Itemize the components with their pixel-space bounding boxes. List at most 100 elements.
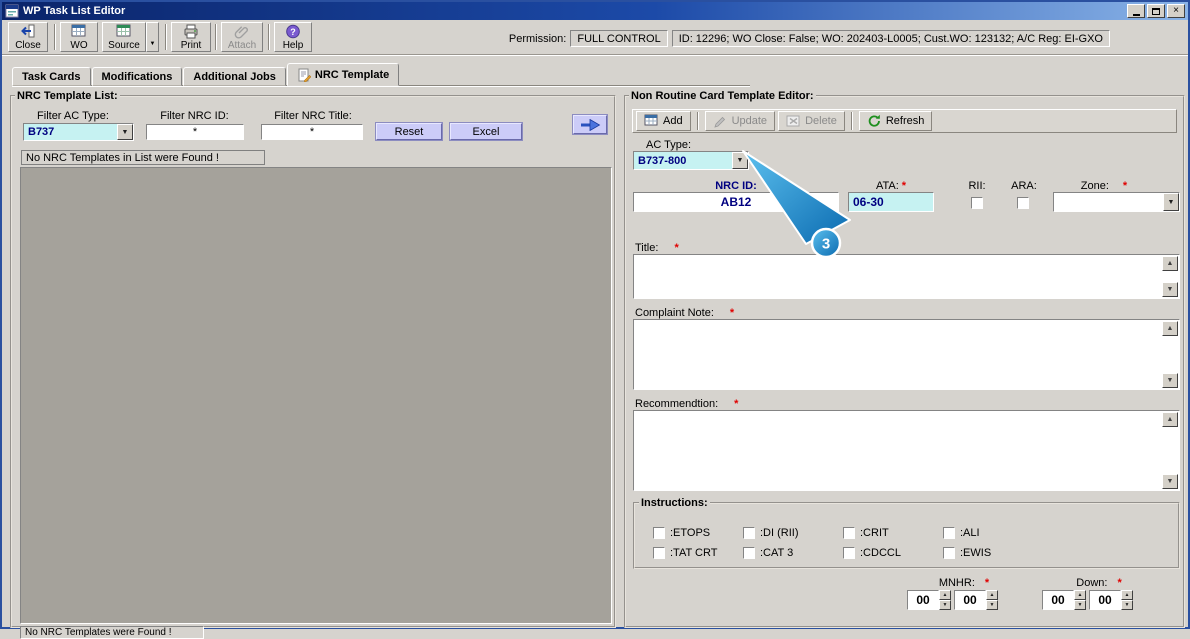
dropdown-arrow-icon: ▼ [149, 41, 156, 47]
zone-label: Zone: * [1080, 180, 1128, 192]
down-hours-value[interactable] [1042, 590, 1074, 610]
cat-3-label: :CAT 3 [760, 547, 794, 559]
source-button[interactable]: Source [102, 22, 146, 52]
required-marker: * [729, 307, 735, 319]
source-dropdown-button[interactable]: ▼ [146, 22, 159, 52]
mnhr-minutes-value[interactable] [954, 590, 986, 610]
spin-up-icon[interactable]: ▲ [1074, 590, 1086, 600]
tab-strip: Task Cards Modifications Additional Jobs… [12, 63, 400, 86]
title-textarea[interactable]: ▲ ▼ [633, 254, 1180, 299]
down-minutes-spinner[interactable]: ▲▼ [1089, 590, 1133, 610]
nrc-template-list-group: NRC Template List: Filter AC Type: Filte… [10, 90, 616, 639]
rii-checkbox[interactable] [971, 197, 983, 209]
source-icon [116, 24, 132, 39]
mnhr-minutes-spinner[interactable]: ▲▼ [954, 590, 998, 610]
tab-nrc-template[interactable]: NRC Template [286, 63, 400, 86]
minimize-icon [1132, 13, 1140, 16]
ara-label: ARA: [1011, 180, 1037, 192]
spin-down-icon[interactable]: ▼ [1121, 600, 1133, 610]
spin-up-icon[interactable]: ▲ [939, 590, 951, 600]
ac-type-combo[interactable]: B737-800 ▼ [633, 151, 749, 170]
scroll-up-icon[interactable]: ▲ [1162, 321, 1178, 336]
scroll-up-icon[interactable]: ▲ [1162, 412, 1178, 427]
recommendation-textarea[interactable]: ▲ ▼ [633, 410, 1180, 491]
mnhr-hours-value[interactable] [907, 590, 939, 610]
filter-nrc-id-input[interactable] [146, 124, 244, 140]
required-marker: * [984, 577, 990, 589]
update-button[interactable]: Update [704, 111, 776, 131]
wo-button[interactable]: WO [60, 22, 98, 52]
spin-up-icon[interactable]: ▲ [1121, 590, 1133, 600]
tab-label: Task Cards [22, 70, 81, 83]
spin-down-icon[interactable]: ▼ [1074, 600, 1086, 610]
print-button[interactable]: Print [171, 22, 211, 52]
tab-label: NRC Template [314, 68, 390, 81]
spin-down-icon[interactable]: ▼ [939, 600, 951, 610]
delete-button[interactable]: Delete [778, 111, 845, 131]
etops-checkbox[interactable] [653, 527, 665, 539]
nrc-template-list[interactable] [20, 167, 612, 624]
refresh-icon [867, 114, 882, 128]
restore-button[interactable] [1147, 4, 1165, 18]
instructions-group: Instructions: :ETOPS :DI (RII) :CRIT :AL… [633, 497, 1180, 569]
tab-modifications[interactable]: Modifications [91, 67, 183, 86]
cat-3-checkbox[interactable] [743, 547, 755, 559]
filter-ac-type-label: Filter AC Type: [37, 110, 109, 122]
down-minutes-value[interactable] [1089, 590, 1121, 610]
cdccl-checkbox[interactable] [843, 547, 855, 559]
scroll-down-icon[interactable]: ▼ [1162, 282, 1178, 297]
toolbar-separator [850, 112, 853, 130]
ara-checkbox[interactable] [1017, 197, 1029, 209]
scroll-up-icon[interactable]: ▲ [1162, 256, 1178, 271]
reset-button[interactable]: Reset [375, 122, 443, 141]
toolbar-separator [54, 24, 56, 50]
scroll-down-icon[interactable]: ▼ [1162, 373, 1178, 388]
dropdown-arrow-icon: ▼ [732, 152, 748, 169]
help-button[interactable]: ? Help [274, 22, 312, 52]
scroll-down-icon[interactable]: ▼ [1162, 474, 1178, 489]
nrc-id-field[interactable] [633, 192, 839, 212]
delete-icon [786, 114, 801, 128]
ewis-checkbox[interactable] [943, 547, 955, 559]
update-button-label: Update [731, 115, 768, 127]
wo-button-label: WO [70, 39, 88, 51]
excel-button[interactable]: Excel [449, 122, 523, 141]
title-label: Title: * [635, 242, 679, 254]
attach-button[interactable]: Attach [221, 22, 263, 52]
refresh-button-label: Refresh [885, 115, 925, 127]
tab-label: Additional Jobs [193, 70, 276, 83]
refresh-button[interactable]: Refresh [858, 111, 933, 131]
down-hours-spinner[interactable]: ▲▼ [1042, 590, 1086, 610]
ali-checkbox[interactable] [943, 527, 955, 539]
minimize-button[interactable] [1127, 4, 1145, 18]
tab-task-cards[interactable]: Task Cards [12, 67, 91, 86]
add-button[interactable]: Add [636, 111, 691, 131]
required-marker: * [674, 242, 679, 254]
wo-icon [71, 24, 87, 39]
transfer-arrow-button[interactable] [572, 114, 608, 135]
spin-down-icon[interactable]: ▼ [986, 600, 998, 610]
filter-nrc-title-input[interactable] [261, 124, 363, 140]
complaint-note-textarea[interactable]: ▲ ▼ [633, 319, 1180, 390]
restore-icon [1152, 7, 1160, 15]
tab-additional-jobs[interactable]: Additional Jobs [183, 67, 286, 86]
mnhr-hours-spinner[interactable]: ▲▼ [907, 590, 951, 610]
required-marker: * [901, 180, 907, 192]
dropdown-arrow-icon: ▼ [117, 124, 133, 140]
di-rii-checkbox[interactable] [743, 527, 755, 539]
help-icon: ? [285, 24, 301, 39]
permission-bar: Permission: FULL CONTROL ID: 12296; WO C… [509, 30, 1110, 47]
zone-combo[interactable]: ▼ [1053, 192, 1180, 212]
close-window-button[interactable]: × [1167, 4, 1185, 18]
ata-label: ATA: * [875, 180, 907, 192]
mnhr-label: MNHR: * [938, 577, 990, 589]
spin-up-icon[interactable]: ▲ [986, 590, 998, 600]
update-icon [713, 114, 728, 128]
crit-checkbox[interactable] [843, 527, 855, 539]
ata-field[interactable] [848, 192, 934, 212]
complaint-note-label: Complaint Note: * [635, 307, 735, 319]
close-button[interactable]: Close [8, 22, 48, 52]
tat-crt-checkbox[interactable] [653, 547, 665, 559]
toolbar-separator [696, 112, 699, 130]
filter-ac-type-combo[interactable]: B737 ▼ [23, 123, 134, 141]
